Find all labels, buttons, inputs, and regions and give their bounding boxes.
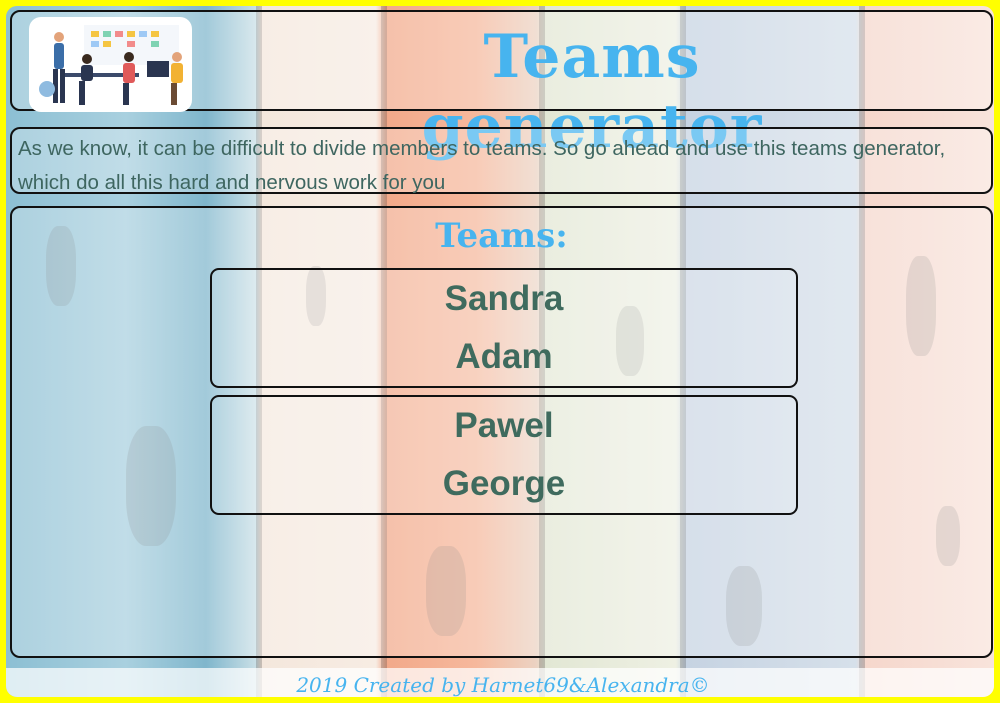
team-card: Sandra Adam — [210, 268, 798, 388]
intro-panel: As we know, it can be difficult to divid… — [10, 127, 993, 194]
teams-panel: Teams: Sandra Adam Pawel George — [10, 206, 993, 658]
intro-text: As we know, it can be difficult to divid… — [18, 137, 946, 194]
teams-title: Teams: — [435, 216, 568, 256]
team-workshop-illustration-icon — [39, 25, 183, 105]
team-member: Pawel — [454, 406, 554, 445]
header: Teams generator — [10, 10, 993, 162]
team-member: George — [442, 464, 566, 503]
page-frame: Teams generator As we know, it can be di… — [3, 3, 997, 700]
team-member: Adam — [455, 337, 553, 376]
team-illustration-logo — [29, 17, 192, 112]
footer-credits: 2019 Created by Harnet69&Alexandra© — [6, 668, 994, 697]
team-card: Pawel George — [210, 395, 798, 515]
team-member: Sandra — [444, 279, 564, 318]
